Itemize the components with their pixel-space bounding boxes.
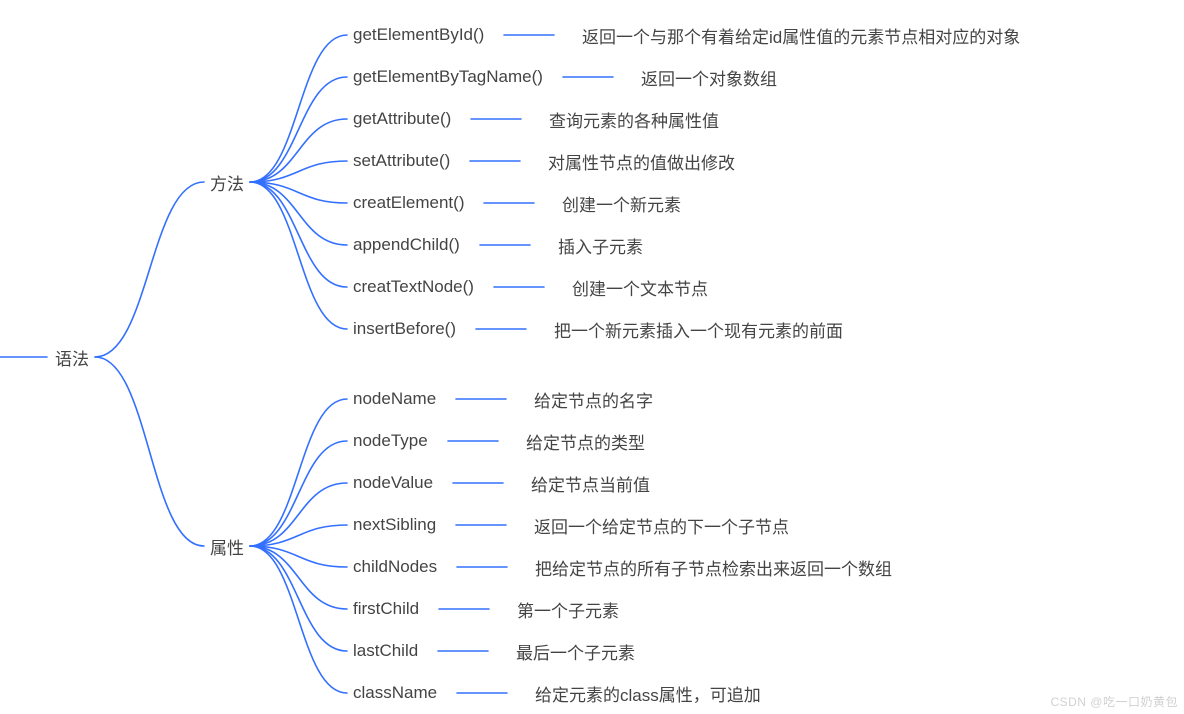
watermark-text: CSDN @吃一口奶黄包 <box>1050 693 1178 710</box>
properties-name: className <box>353 683 437 703</box>
properties-desc: 第一个子元素 <box>517 597 619 622</box>
properties-name: nodeValue <box>353 473 433 493</box>
methods-desc: 创建一个新元素 <box>562 191 681 216</box>
methods-name: getAttribute() <box>353 109 451 129</box>
properties-name: firstChild <box>353 599 419 619</box>
methods-name: getElementByTagName() <box>353 67 543 87</box>
properties-name: nodeType <box>353 431 428 451</box>
properties-desc: 把给定节点的所有子节点检索出来返回一个数组 <box>535 555 892 580</box>
root-node: 语法 <box>55 345 89 370</box>
properties-name: nextSibling <box>353 515 436 535</box>
properties-desc: 返回一个给定节点的下一个子节点 <box>534 513 789 538</box>
properties-desc: 给定元素的class属性，可追加 <box>535 681 761 706</box>
branch-properties: 属性 <box>210 534 244 559</box>
methods-desc: 把一个新元素插入一个现有元素的前面 <box>554 317 843 342</box>
properties-name: childNodes <box>353 557 437 577</box>
methods-desc: 查询元素的各种属性值 <box>549 107 719 132</box>
methods-name: insertBefore() <box>353 319 456 339</box>
methods-name: setAttribute() <box>353 151 450 171</box>
methods-name: creatTextNode() <box>353 277 474 297</box>
properties-desc: 最后一个子元素 <box>516 639 635 664</box>
properties-name: nodeName <box>353 389 436 409</box>
methods-desc: 插入子元素 <box>558 233 643 258</box>
methods-name: getElementById() <box>353 25 484 45</box>
methods-desc: 返回一个与那个有着给定id属性值的元素节点相对应的对象 <box>582 23 1020 48</box>
methods-desc: 创建一个文本节点 <box>572 275 708 300</box>
properties-desc: 给定节点的名字 <box>534 387 653 412</box>
methods-name: appendChild() <box>353 235 460 255</box>
methods-desc: 对属性节点的值做出修改 <box>548 149 735 174</box>
branch-methods: 方法 <box>210 170 244 195</box>
methods-name: creatElement() <box>353 193 464 213</box>
methods-desc: 返回一个对象数组 <box>641 65 777 90</box>
properties-name: lastChild <box>353 641 418 661</box>
properties-desc: 给定节点的类型 <box>526 429 645 454</box>
properties-desc: 给定节点当前值 <box>531 471 650 496</box>
